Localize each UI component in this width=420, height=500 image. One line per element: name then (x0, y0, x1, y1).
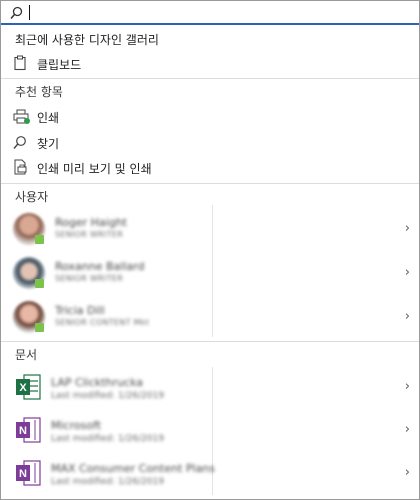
svg-text:N: N (19, 468, 27, 480)
recent-item-label: 클립보드 (37, 58, 82, 72)
onenote-icon: N (16, 460, 41, 486)
search-icon (10, 5, 23, 24)
document-title: Microsoft (51, 419, 102, 432)
person-name: Roger Haight (55, 216, 127, 229)
person-title: SENIOR WRITER (55, 274, 124, 283)
document-title: LAP Clickthrucka (51, 376, 143, 389)
recommended-item-label: 인쇄 미리 보기 및 인쇄 (37, 162, 152, 176)
onenote-icon: N (16, 417, 41, 443)
presence-indicator (35, 279, 44, 288)
chevron-right-icon[interactable]: › (405, 465, 410, 480)
print-preview-icon (13, 159, 29, 180)
recommended-item-label: 인쇄 (37, 111, 60, 125)
recommended-header: 추천 항목 (15, 85, 63, 99)
document-modified: Last modified: 1/26/2019 (51, 477, 165, 487)
person-item[interactable]: Tricia Dill SENIOR CONTENT Mkt › (1, 295, 419, 339)
chevron-right-icon[interactable]: › (405, 379, 410, 394)
text-caret (29, 5, 30, 20)
recent-gallery-header: 최근에 사용한 디자인 갤러리 (15, 33, 159, 47)
document-item[interactable]: N Microsoft Last modified: 1/26/2019 › (1, 410, 419, 454)
document-item[interactable]: N MAX Consumer Content Plans Last modifi… (1, 453, 419, 497)
svg-text:X: X (19, 382, 27, 394)
recent-item-clipboard[interactable]: 클립보드 (1, 55, 419, 73)
chevron-right-icon[interactable]: › (405, 309, 410, 324)
chevron-right-icon[interactable]: › (405, 221, 410, 236)
person-item[interactable]: Roger Haight SENIOR WRITER › (1, 207, 419, 251)
divider (1, 183, 419, 184)
person-title: SENIOR WRITER (55, 230, 124, 239)
document-item[interactable]: X LAP Clickthrucka Last modified: 1/26/2… (1, 367, 419, 411)
documents-header: 문서 (15, 348, 38, 362)
recommended-item-print-preview[interactable]: 인쇄 미리 보기 및 인쇄 (1, 159, 419, 177)
search-results-panel: 최근에 사용한 디자인 갤러리 클립보드 추천 항목 인쇄 찾기 인쇄 미리 보… (0, 0, 420, 500)
people-header: 사용자 (15, 190, 49, 204)
presence-indicator (35, 323, 44, 332)
excel-icon: X (16, 374, 41, 400)
svg-text:N: N (19, 425, 27, 437)
search-icon (13, 135, 27, 154)
presence-indicator (35, 235, 44, 244)
person-item[interactable]: Roxanne Ballard SENIOR WRITER › (1, 251, 419, 295)
document-modified: Last modified: 1/26/2019 (51, 434, 165, 444)
recommended-item-print[interactable]: 인쇄 (1, 108, 419, 126)
person-name: Roxanne Ballard (55, 260, 145, 273)
document-title: MAX Consumer Content Plans (51, 462, 216, 475)
person-title: SENIOR CONTENT Mkt (55, 318, 150, 327)
divider (1, 78, 419, 79)
recommended-item-label: 찾기 (37, 137, 60, 151)
search-bar[interactable] (1, 1, 419, 25)
chevron-right-icon[interactable]: › (405, 265, 410, 280)
document-modified: Last modified: 1/26/2019 (51, 391, 165, 401)
print-icon (13, 109, 31, 129)
clipboard-icon (13, 55, 27, 75)
person-name: Tricia Dill (55, 304, 105, 317)
recommended-item-find[interactable]: 찾기 (1, 134, 419, 152)
divider (1, 341, 419, 342)
chevron-right-icon[interactable]: › (405, 422, 410, 437)
